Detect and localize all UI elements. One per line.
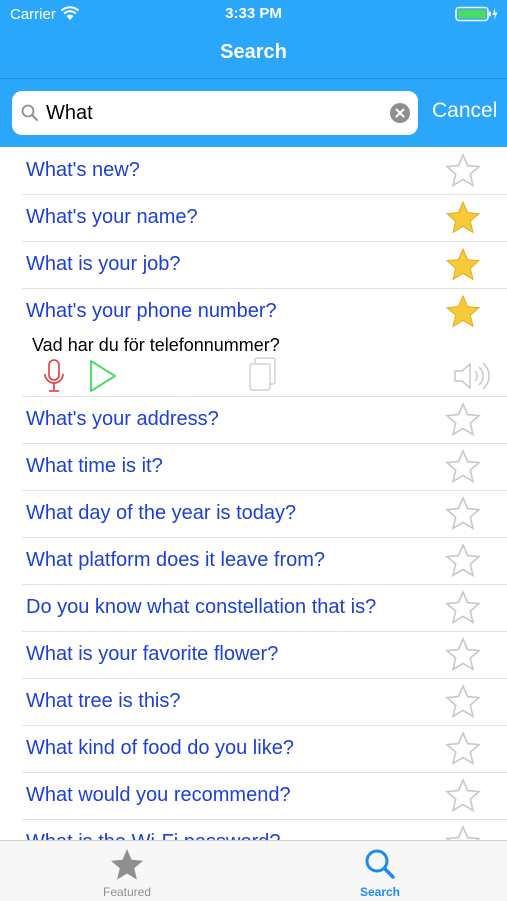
star-icon — [111, 849, 143, 880]
phrase-label: What is your job? — [26, 253, 181, 275]
phrase-actions — [22, 356, 507, 396]
phrase-label: What's your name? — [26, 206, 198, 228]
play-icon[interactable] — [88, 358, 118, 394]
phrase-label: What is the Wi-Fi password? — [26, 831, 281, 840]
search-bar: Cancel — [0, 79, 507, 147]
tab-featured[interactable]: Featured — [47, 841, 207, 901]
list-item[interactable]: What platform does it leave from? — [22, 538, 507, 585]
list-item[interactable]: What's your phone number? Vad har du för … — [22, 289, 507, 397]
star-filled-icon[interactable] — [444, 293, 482, 331]
page-title: Search — [220, 41, 287, 63]
star-outline-icon[interactable] — [444, 636, 482, 674]
star-outline-icon[interactable] — [444, 777, 482, 815]
phrase-label: What platform does it leave from? — [26, 549, 326, 571]
search-field[interactable] — [12, 91, 418, 135]
star-outline-icon[interactable] — [444, 730, 482, 768]
star-outline-icon[interactable] — [444, 542, 482, 580]
star-filled-icon[interactable] — [444, 246, 482, 284]
copy-icon[interactable] — [247, 356, 279, 394]
list-item[interactable]: Do you know what constellation that is? — [22, 585, 507, 632]
list-item[interactable]: What's your name? — [22, 195, 507, 242]
search-icon — [365, 849, 395, 879]
phrase-label: What would you recommend? — [26, 784, 291, 806]
phrase-label: What time is it? — [26, 455, 163, 477]
phrase-label: What's new? — [26, 159, 140, 181]
microphone-icon[interactable] — [42, 358, 66, 394]
star-outline-icon[interactable] — [444, 824, 482, 840]
star-outline-icon[interactable] — [444, 152, 482, 190]
list-item[interactable]: What is your job? — [22, 242, 507, 289]
results-list[interactable]: What's new? What's your name? What is your… — [0, 148, 507, 840]
tab-bar: Featured Search — [0, 840, 507, 901]
star-outline-icon[interactable] — [444, 589, 482, 627]
star-outline-icon[interactable] — [444, 401, 482, 439]
list-item[interactable]: What is your favorite flower? — [22, 632, 507, 679]
phrase-label: Do you know what constellation that is? — [26, 596, 377, 618]
list-item[interactable]: What would you recommend? — [22, 773, 507, 820]
phrase-label: What's your address? — [26, 408, 219, 430]
phrase-label: What tree is this? — [26, 690, 181, 712]
search-input[interactable] — [46, 97, 386, 129]
list-item[interactable]: What kind of food do you like? — [22, 726, 507, 773]
star-outline-icon[interactable] — [444, 448, 482, 486]
list-item[interactable]: What's your address? — [22, 397, 507, 444]
star-outline-icon[interactable] — [444, 683, 482, 721]
status-bar: Carrier 3:33 PM — [0, 0, 507, 30]
star-filled-icon[interactable] — [444, 199, 482, 237]
tab-featured-label: Featured — [102, 885, 152, 899]
list-item[interactable]: What is the Wi-Fi password? — [22, 820, 507, 840]
list-item[interactable]: What time is it? — [22, 444, 507, 491]
star-outline-icon[interactable] — [444, 495, 482, 533]
list-item[interactable]: What day of the year is today? — [22, 491, 507, 538]
list-item[interactable]: What's new? — [22, 148, 507, 195]
phrase-label: What's your phone number? — [26, 300, 277, 322]
phrase-label: What day of the year is today? — [26, 502, 297, 524]
close-icon — [395, 108, 405, 118]
phrase-label: What is your favorite flower? — [26, 643, 279, 665]
clear-search-button[interactable] — [390, 103, 410, 123]
tab-search-label: Search — [359, 885, 401, 899]
cancel-button[interactable]: Cancel — [432, 99, 497, 123]
navigation-bar: Search — [0, 30, 507, 79]
speaker-icon[interactable] — [452, 360, 492, 392]
battery-icon — [455, 6, 498, 22]
translation-text: Vad har du för telefonnummer? — [32, 335, 280, 355]
status-time: 3:33 PM — [225, 5, 282, 22]
tab-search[interactable]: Search — [300, 841, 460, 901]
phrase-label: What kind of food do you like? — [26, 737, 294, 759]
search-icon — [21, 104, 38, 121]
list-item[interactable]: What tree is this? — [22, 679, 507, 726]
